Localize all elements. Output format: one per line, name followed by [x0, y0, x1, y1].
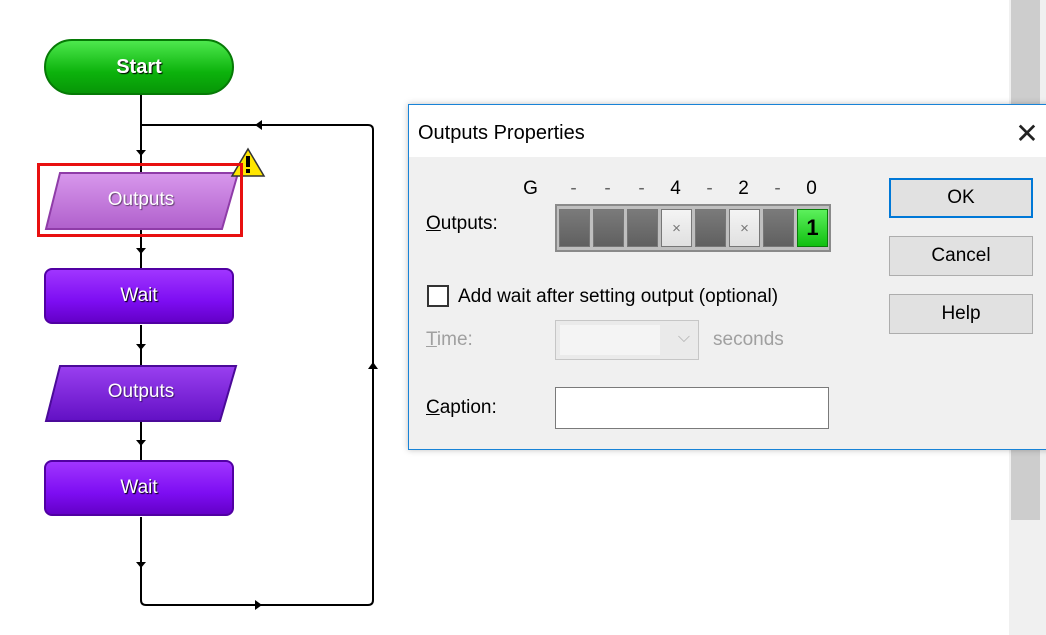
cancel-button[interactable]: Cancel: [889, 236, 1033, 276]
caption-label: Caption:: [426, 397, 497, 418]
arrowhead: [136, 344, 146, 350]
wait-node-2-label: Wait: [120, 477, 158, 498]
start-node-label: Start: [116, 55, 162, 78]
arrowhead: [136, 150, 146, 156]
arrowhead: [136, 248, 146, 254]
time-select[interactable]: ⌵: [555, 320, 699, 360]
arrowhead: [255, 600, 262, 610]
time-label: Time:: [426, 329, 473, 350]
chevron-down-icon: ⌵: [677, 329, 690, 346]
add-wait-checkbox[interactable]: [427, 285, 449, 307]
bit-header-2: 2: [738, 178, 749, 199]
bit-header-0: 0: [806, 178, 817, 199]
bit-header: -: [774, 178, 781, 199]
help-button[interactable]: Help: [889, 294, 1033, 334]
bit-header: -: [604, 178, 611, 199]
arrowhead: [136, 440, 146, 446]
add-wait-label[interactable]: Add wait after setting output (optional): [458, 286, 778, 308]
bit-header: -: [570, 178, 577, 199]
arrowhead: [255, 120, 262, 130]
caption-input[interactable]: [555, 387, 829, 429]
arrowhead: [136, 562, 146, 568]
bit-header: -: [706, 178, 713, 199]
wait-node-1[interactable]: Wait: [44, 268, 234, 324]
wait-node-1-label: Wait: [120, 285, 158, 306]
bit-0[interactable]: 1: [797, 209, 828, 247]
bit-2[interactable]: ×: [729, 209, 760, 247]
bit-3[interactable]: [695, 209, 726, 247]
seconds-label: seconds: [713, 329, 784, 350]
dialog-titlebar[interactable]: Outputs Properties ✕: [409, 105, 1046, 157]
bit-4[interactable]: ×: [661, 209, 692, 247]
bit-1[interactable]: [763, 209, 794, 247]
close-icon[interactable]: ✕: [1009, 115, 1045, 151]
selection-highlight: [37, 163, 243, 237]
bit-7[interactable]: [559, 209, 590, 247]
bit-header: -: [638, 178, 645, 199]
outputs-node-2[interactable]: Outputs: [60, 381, 222, 403]
bit-header-g: G: [523, 178, 538, 199]
dialog-title: Outputs Properties: [418, 122, 585, 144]
bit-header-4: 4: [670, 178, 681, 199]
outputs-properties-dialog: Outputs Properties ✕ G - - - 4 - 2 - 0 O…: [408, 104, 1046, 450]
flowchart-canvas: Start Outputs Wait Outputs Wait: [0, 0, 400, 635]
bit-6[interactable]: [593, 209, 624, 247]
outputs-label: Outputs:: [426, 213, 498, 234]
arrowhead: [368, 362, 378, 369]
bit-5[interactable]: [627, 209, 658, 247]
outputs-node-2-label: Outputs: [107, 381, 175, 402]
ok-button[interactable]: OK: [889, 178, 1033, 218]
start-node[interactable]: Start: [44, 39, 234, 95]
output-bits-selector[interactable]: × × 1: [555, 204, 831, 252]
time-select-value: [560, 325, 660, 355]
wait-node-2[interactable]: Wait: [44, 460, 234, 516]
